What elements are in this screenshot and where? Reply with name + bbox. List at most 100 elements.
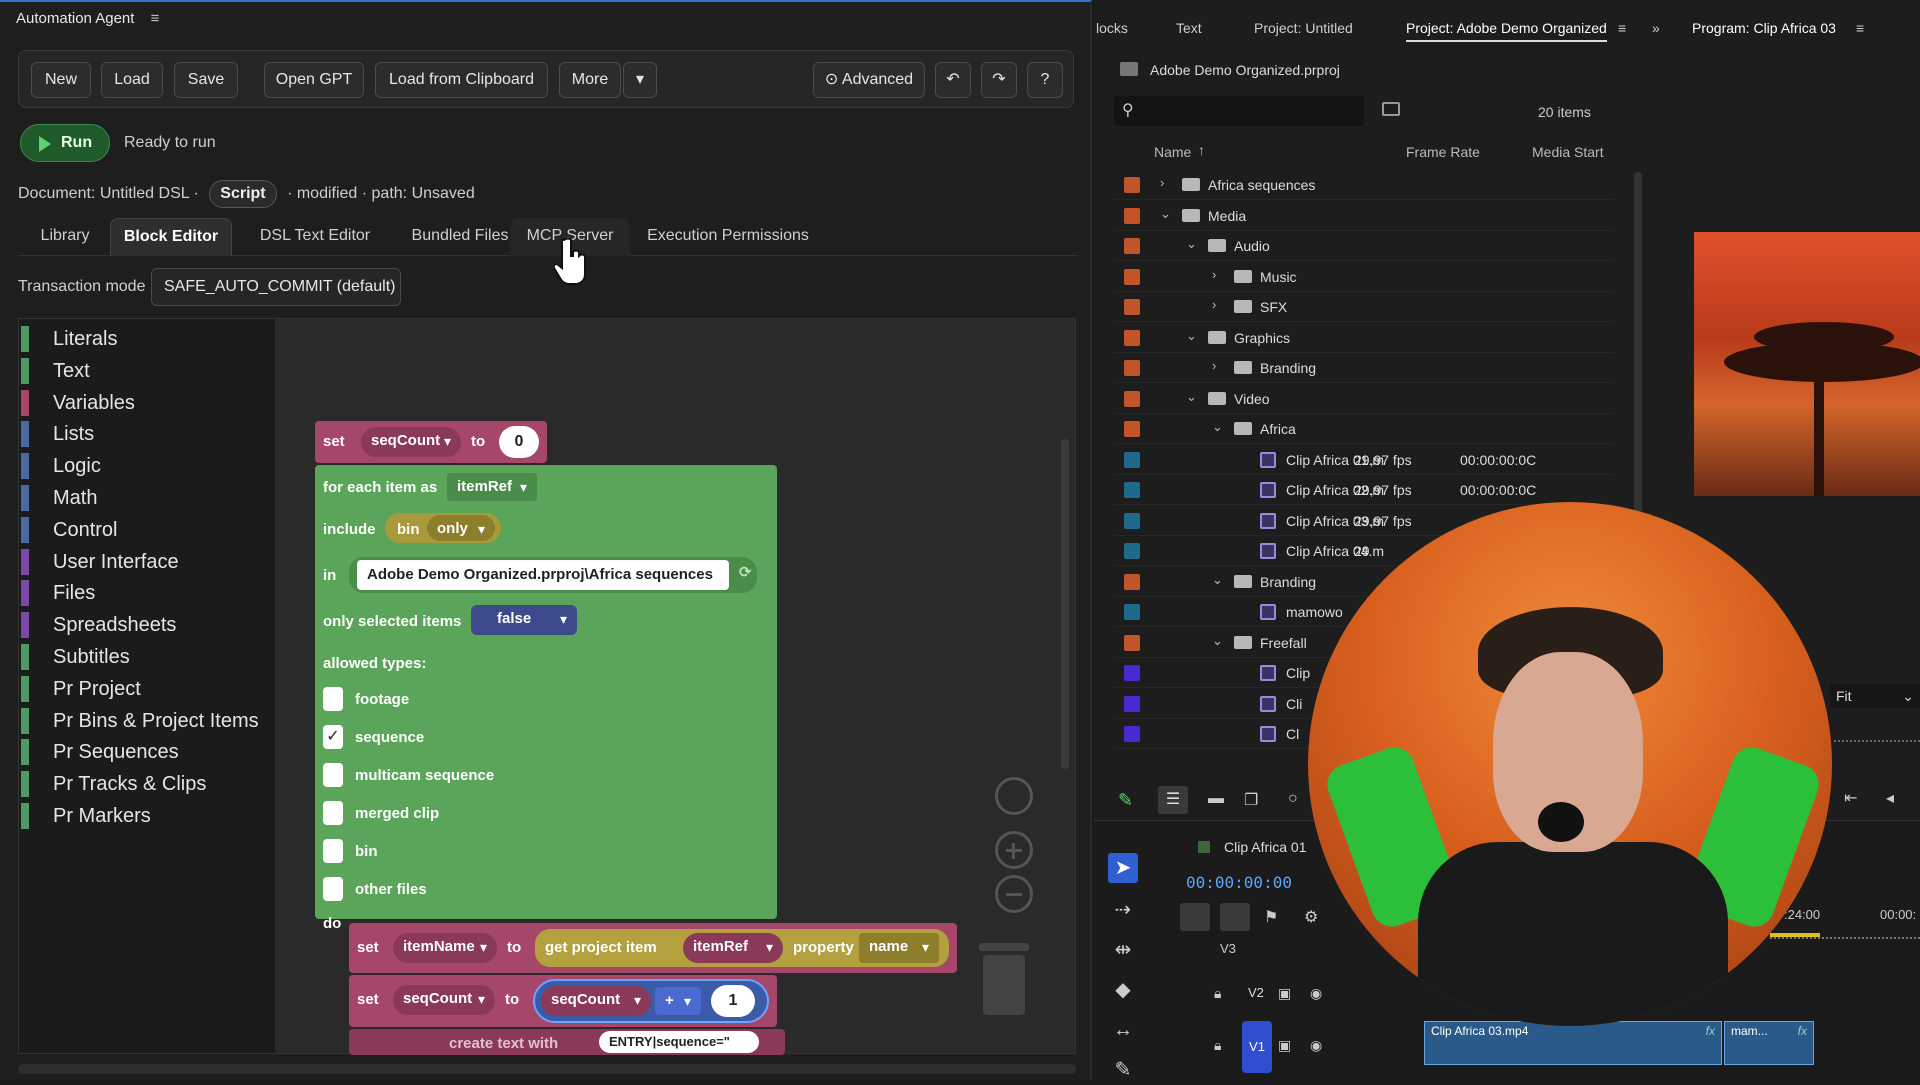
chevron-right-icon[interactable]: › xyxy=(1212,267,1216,282)
label-color-swatch[interactable] xyxy=(1124,360,1140,376)
zoom-fit-select[interactable]: Fit ⌄ xyxy=(1830,684,1920,708)
search-input[interactable]: ⚲ xyxy=(1114,96,1364,126)
slip-tool-icon[interactable]: ↔ xyxy=(1108,1015,1138,1045)
eye-icon[interactable]: ◉ xyxy=(1310,1037,1322,1054)
go-to-in-icon[interactable]: ⇤ xyxy=(1844,788,1857,808)
category-item[interactable]: Math xyxy=(19,485,97,511)
chevron-down-icon[interactable]: ⌄ xyxy=(1186,328,1197,344)
label-color-swatch[interactable] xyxy=(1124,726,1140,742)
label-color-swatch[interactable] xyxy=(1124,604,1140,620)
category-item[interactable]: Subtitles xyxy=(19,644,130,670)
load-button[interactable]: Load xyxy=(101,62,163,98)
work-area-bar[interactable] xyxy=(1770,933,1820,937)
tab-block-editor[interactable]: Block Editor xyxy=(110,218,232,256)
number-input[interactable]: 1 xyxy=(711,985,755,1017)
for-each-block[interactable]: for each item as itemRef include bin onl… xyxy=(315,465,777,932)
sequence-tab[interactable]: Clip Africa 01 xyxy=(1224,839,1306,855)
label-color-swatch[interactable] xyxy=(1124,573,1140,590)
program-menu-icon[interactable]: ≡ xyxy=(1856,20,1864,36)
track-v1-target[interactable]: V1 xyxy=(1242,1021,1272,1073)
freeform-view-icon[interactable]: ❐ xyxy=(1244,790,1258,810)
increment-block[interactable]: set seqCount to seqCount + 1 xyxy=(349,975,777,1027)
type-checkbox[interactable]: ✓ xyxy=(323,725,343,749)
expand-tabs-icon[interactable]: » xyxy=(1652,20,1660,36)
razor-tool-icon[interactable]: ◆ xyxy=(1108,975,1138,1005)
list-view-icon[interactable]: ☰ xyxy=(1158,786,1188,814)
category-item[interactable]: Files xyxy=(19,580,95,607)
load-from-clipboard-button[interactable]: Load from Clipboard xyxy=(375,62,548,98)
set-block[interactable]: set seqCount to 0 xyxy=(315,421,547,463)
create-text-block[interactable]: create text with ENTRY|sequence=" xyxy=(349,1029,785,1055)
item-ref-dropdown[interactable]: itemRef xyxy=(683,933,783,963)
project-item-row[interactable]: ⌄ Graphics xyxy=(1114,323,1614,353)
category-item[interactable]: Spreadsheets xyxy=(19,612,176,639)
project-item-row[interactable]: › Branding xyxy=(1114,353,1614,383)
label-color-swatch[interactable] xyxy=(1124,482,1140,498)
type-checkbox[interactable] xyxy=(323,877,343,901)
category-item[interactable]: Control xyxy=(19,516,117,543)
project-item-row[interactable]: ⌄ Video xyxy=(1114,384,1614,414)
redo-icon[interactable]: ↷ xyxy=(981,62,1017,98)
column-media-start[interactable]: Media Start xyxy=(1532,144,1604,160)
ripple-edit-tool-icon[interactable]: ⇹ xyxy=(1108,935,1138,965)
label-color-swatch[interactable] xyxy=(1124,238,1140,254)
step-back-icon[interactable]: ◂ xyxy=(1886,788,1894,808)
type-checkbox[interactable] xyxy=(323,839,343,863)
category-item[interactable]: Pr Sequences xyxy=(19,739,179,766)
sync-lock-icon[interactable]: ▣ xyxy=(1278,985,1291,1002)
icon-view-icon[interactable]: ▬ xyxy=(1208,790,1224,808)
label-color-swatch[interactable] xyxy=(1124,268,1140,285)
tab-program-monitor[interactable]: Program: Clip Africa 03 xyxy=(1692,20,1836,36)
type-checkbox[interactable] xyxy=(323,687,343,711)
chevron-right-icon[interactable]: › xyxy=(1160,175,1164,190)
project-item-row[interactable]: ⌄ Media xyxy=(1114,201,1614,231)
track-select-tool-icon[interactable]: ⇢ xyxy=(1108,895,1138,925)
include-mode-dropdown[interactable]: only xyxy=(427,515,495,543)
chevron-down-icon[interactable]: ⌄ xyxy=(1212,572,1223,588)
chevron-down-icon[interactable]: ⌄ xyxy=(1212,419,1223,435)
chevron-right-icon[interactable]: › xyxy=(1212,358,1216,373)
block-workspace[interactable]: Literals Text Variables Lists Logic Math Contr… xyxy=(18,318,1076,1055)
label-color-swatch[interactable] xyxy=(1124,695,1140,712)
column-name[interactable]: Name xyxy=(1154,144,1191,160)
help-button[interactable]: ? xyxy=(1027,62,1063,98)
snap-toggle-icon[interactable] xyxy=(1180,903,1210,931)
playhead-timecode[interactable]: 00:00:00:00 xyxy=(1186,873,1292,892)
chevron-down-icon[interactable]: ⌄ xyxy=(1186,236,1197,252)
tab-dsl-text-editor[interactable]: DSL Text Editor xyxy=(240,218,390,256)
project-item-row[interactable]: ⌄ Audio xyxy=(1114,231,1614,261)
chevron-right-icon[interactable]: › xyxy=(1212,297,1216,312)
horizontal-scrollbar[interactable] xyxy=(18,1064,1076,1074)
category-item[interactable]: Text xyxy=(19,357,90,384)
run-button[interactable]: Run xyxy=(20,124,110,162)
seq-count-dropdown[interactable]: seqCount xyxy=(393,985,495,1015)
operator-dropdown[interactable]: + xyxy=(655,987,701,1015)
chevron-down-icon[interactable]: ⌄ xyxy=(1212,633,1223,649)
label-color-swatch[interactable] xyxy=(1124,177,1140,193)
label-color-swatch[interactable] xyxy=(1124,390,1140,407)
category-item[interactable]: Pr Bins & Project Items xyxy=(19,707,259,734)
project-item-row[interactable]: Clip Africa 02.m 29,97 fps 00:00:00:0C xyxy=(1114,475,1614,505)
project-item-row[interactable]: › SFX xyxy=(1114,292,1614,322)
label-color-swatch[interactable] xyxy=(1124,207,1140,224)
set-item-name-block[interactable]: set itemName to get project item itemRef… xyxy=(349,923,957,973)
new-bin-icon[interactable] xyxy=(1382,102,1400,116)
tab-project-adobe-demo[interactable]: Project: Adobe Demo Organized xyxy=(1406,20,1607,42)
tab-project-untitled[interactable]: Project: Untitled xyxy=(1254,20,1353,36)
category-item[interactable]: Pr Markers xyxy=(19,803,151,829)
category-item[interactable]: Variables xyxy=(19,389,135,416)
tab-text[interactable]: Text xyxy=(1176,20,1202,36)
label-color-swatch[interactable] xyxy=(1124,634,1140,651)
save-button[interactable]: Save xyxy=(174,62,238,98)
item-variable-dropdown[interactable]: itemRef xyxy=(447,473,537,501)
category-item[interactable]: Literals xyxy=(19,326,117,352)
category-item[interactable]: Pr Tracks & Clips xyxy=(19,771,206,798)
label-color-swatch[interactable] xyxy=(1124,543,1140,559)
tab-execution-permissions[interactable]: Execution Permissions xyxy=(640,218,816,256)
category-item[interactable]: Lists xyxy=(19,421,94,448)
type-checkbox[interactable] xyxy=(323,801,343,825)
boolean-dropdown[interactable]: false xyxy=(471,605,577,635)
variable-dropdown[interactable]: seqCount xyxy=(361,427,461,457)
label-color-swatch[interactable] xyxy=(1124,451,1140,468)
open-gpt-button[interactable]: Open GPT xyxy=(264,62,364,98)
